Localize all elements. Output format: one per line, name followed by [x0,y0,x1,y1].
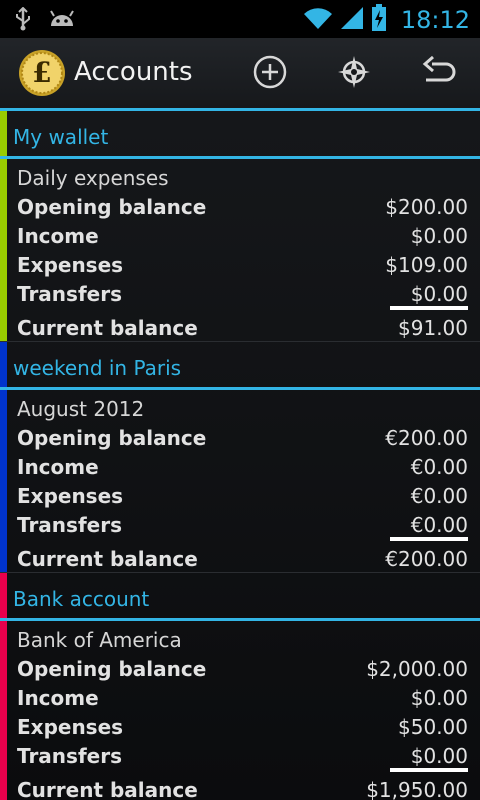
svg-text:£: £ [32,56,51,89]
expenses-row: Expenses €0.00 [17,484,468,513]
row-value: $2,000.00 [366,657,468,681]
status-bar: 18:12 [0,0,480,38]
row-value: €0.00 [410,513,468,537]
row-value: €0.00 [410,484,468,508]
sum-divider [390,306,468,310]
opening-balance-row: Opening balance $2,000.00 [17,657,468,686]
row-label: Income [17,455,99,479]
opening-balance-row: Opening balance €200.00 [17,426,468,455]
group-header[interactable]: My wallet [0,111,480,159]
group-title: weekend in Paris [13,356,182,380]
row-label: Income [17,224,99,248]
row-label: Income [17,686,99,710]
account-name[interactable]: Daily expenses [17,166,169,190]
back-button[interactable] [418,54,458,94]
page-title: Accounts [74,57,193,87]
row-value: $0.00 [410,224,468,248]
usb-icon [14,6,32,35]
income-row: Income €0.00 [17,455,468,484]
signal-icon [339,5,365,35]
add-icon [252,54,288,94]
row-value: $0.00 [410,744,468,768]
row-label: Transfers [17,282,122,306]
group-header[interactable]: weekend in Paris [0,342,480,390]
navigate-button[interactable] [334,54,374,94]
add-button[interactable] [250,54,290,94]
row-value: $0.00 [410,282,468,306]
opening-balance-row: Opening balance $200.00 [17,195,468,224]
row-value: €0.00 [410,455,468,479]
status-time: 18:12 [400,6,470,34]
compass-icon [336,54,372,94]
row-label: Opening balance [17,195,207,219]
row-label: Current balance [17,778,198,800]
row-label: Opening balance [17,657,207,681]
row-value: $50.00 [398,715,468,739]
row-label: Transfers [17,744,122,768]
sum-divider [390,768,468,772]
row-value: $200.00 [385,195,468,219]
wifi-icon [303,5,333,35]
row-value: $109.00 [385,253,468,277]
screen: 18:12 £ Accounts My wallet Daily expense… [0,0,480,800]
row-label: Opening balance [17,426,207,450]
accounts-list: My wallet Daily expenses Opening balance… [0,111,480,800]
row-value: €200.00 [385,547,468,571]
action-bar: £ Accounts [0,38,480,111]
group-header[interactable]: Bank account [0,573,480,621]
income-row: Income $0.00 [17,686,468,715]
row-label: Expenses [17,253,124,277]
row-value: $91.00 [398,316,468,340]
android-icon [48,8,76,34]
current-balance-row: Current balance €200.00 [17,547,468,576]
row-label: Expenses [17,715,124,739]
expenses-row: Expenses $50.00 [17,715,468,744]
expenses-row: Expenses $109.00 [17,253,468,282]
row-label: Expenses [17,484,124,508]
row-label: Current balance [17,547,198,571]
current-balance-row: Current balance $91.00 [17,316,468,345]
sum-divider [390,537,468,541]
account-group: weekend in Paris August 2012 Opening bal… [0,342,480,573]
account-name[interactable]: Bank of America [17,628,182,652]
undo-icon [420,54,456,94]
pound-coin-icon[interactable]: £ [18,49,66,97]
current-balance-row: Current balance $1,950.00 [17,778,468,800]
account-group: Bank account Bank of America Opening bal… [0,573,480,800]
row-label: Current balance [17,316,198,340]
battery-charging-icon [371,4,387,36]
group-title: Bank account [13,587,150,611]
row-label: Transfers [17,513,122,537]
row-value: $1,950.00 [366,778,468,800]
group-title: My wallet [13,125,109,149]
account-name[interactable]: August 2012 [17,397,144,421]
income-row: Income $0.00 [17,224,468,253]
row-value: $0.00 [410,686,468,710]
row-value: €200.00 [385,426,468,450]
account-group: My wallet Daily expenses Opening balance… [0,111,480,342]
